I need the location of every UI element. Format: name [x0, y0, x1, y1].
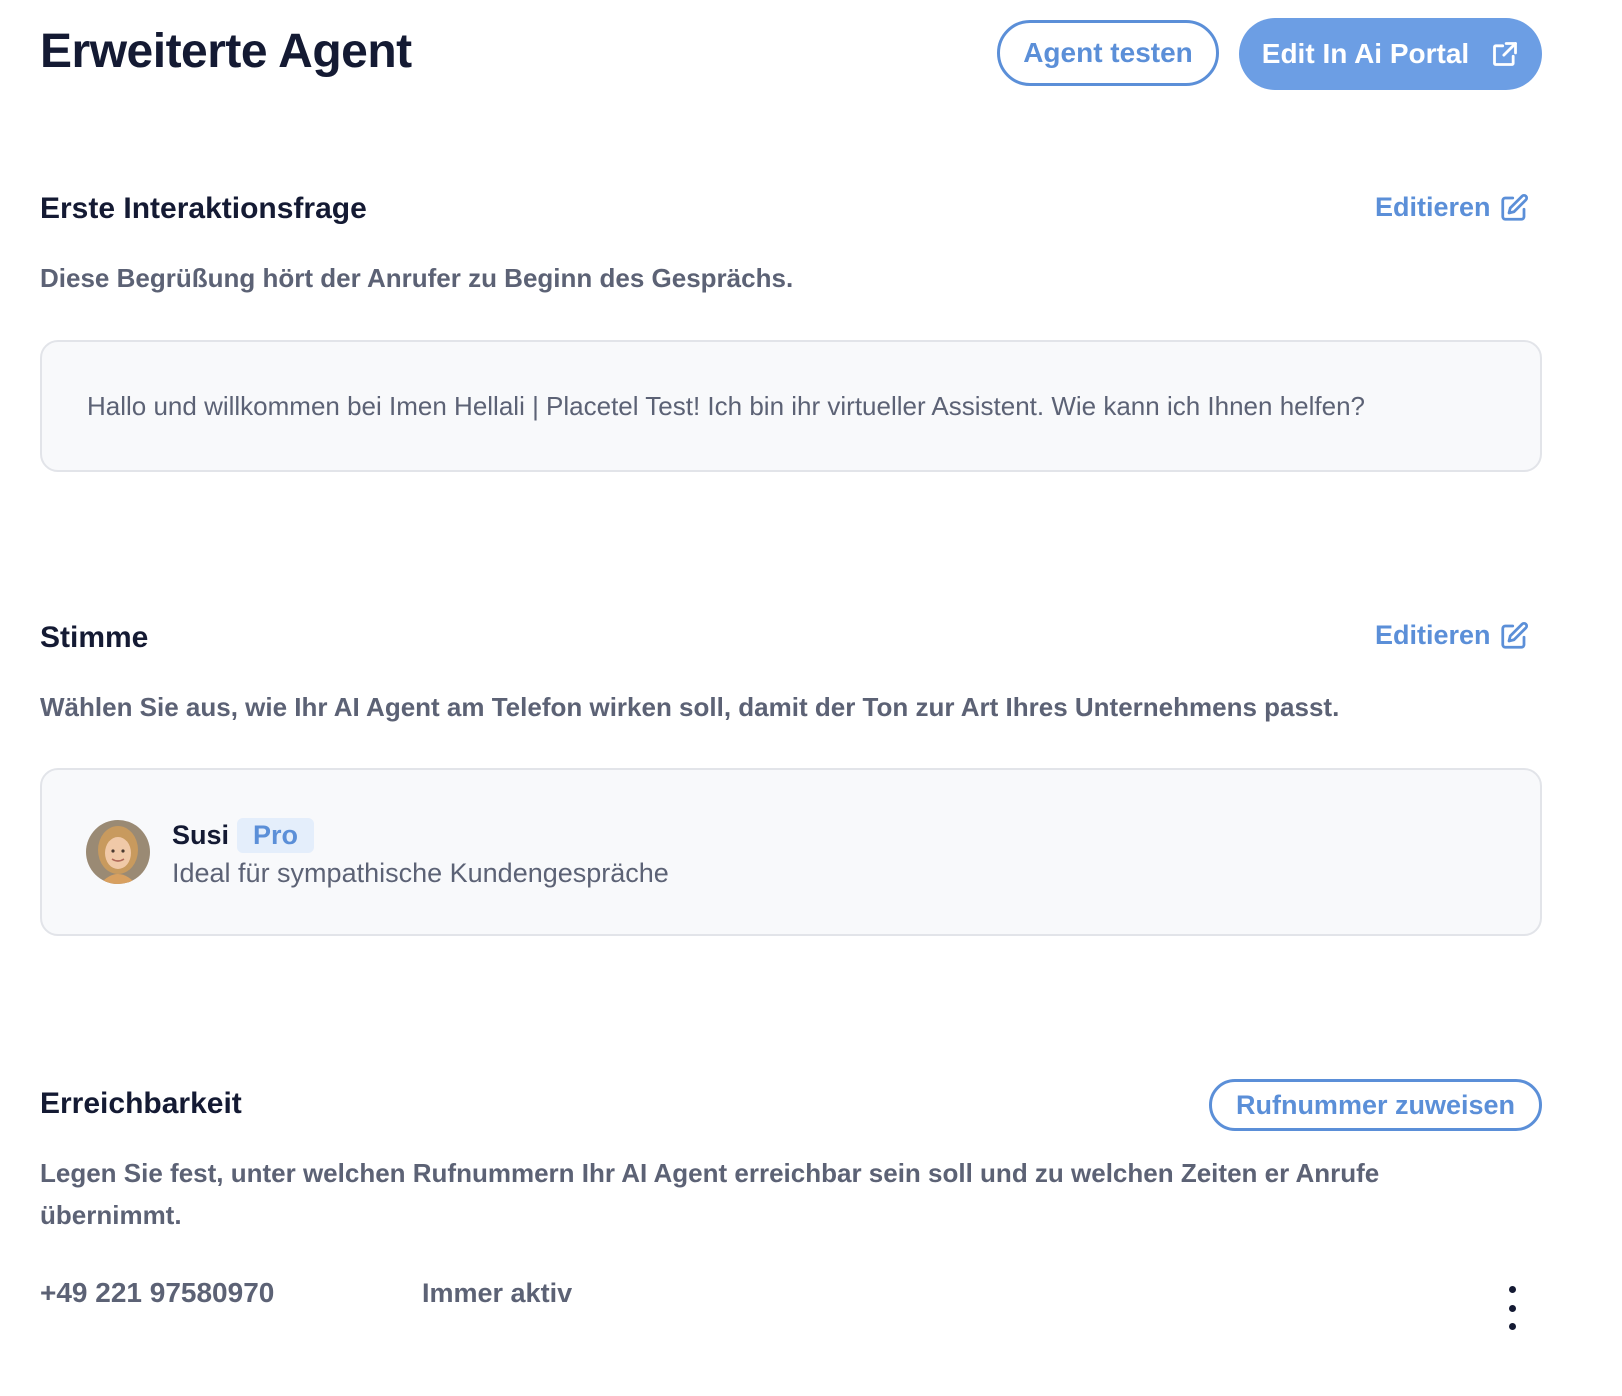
avatar	[86, 820, 150, 884]
edit-in-ai-portal-label: Edit In Ai Portal	[1261, 38, 1470, 69]
pro-badge: Pro	[237, 818, 315, 853]
kebab-dot	[1508, 1286, 1516, 1293]
voice-edit-label: Editieren	[1375, 620, 1491, 650]
edit-icon	[1499, 621, 1529, 651]
phone-number: +49 221 97580970	[40, 1277, 275, 1308]
greeting-text: Hallo und willkommen bei Imen Hellali | …	[87, 390, 1365, 421]
greeting-section-description: Diese Begrüßung hört der Anrufer zu Begi…	[40, 263, 794, 293]
agent-settings-page: Erweiterte Agent Agent testen Edit In Ai…	[0, 0, 1622, 1396]
more-options-icon[interactable]	[1500, 1286, 1524, 1330]
assign-number-button[interactable]: Rufnummer zuweisen	[1209, 1079, 1542, 1131]
kebab-dot	[1508, 1304, 1516, 1312]
edit-icon	[1499, 193, 1529, 223]
page-title: Erweiterte Agent	[40, 25, 412, 78]
voice-card[interactable]: Susi Pro Ideal für sympathische Kundenge…	[40, 768, 1542, 936]
edit-in-ai-portal-button[interactable]: Edit In Ai Portal	[1239, 18, 1542, 90]
greeting-card: Hallo und willkommen bei Imen Hellali | …	[40, 340, 1542, 472]
greeting-edit-link[interactable]: Editieren	[1375, 192, 1529, 223]
reachability-section-title: Erreichbarkeit	[40, 1087, 242, 1120]
external-link-icon	[1491, 40, 1519, 68]
voice-description: Ideal für sympathische Kundengespräche	[172, 858, 669, 888]
voice-section-title: Stimme	[40, 621, 149, 654]
test-agent-button-label: Agent testen	[1023, 37, 1193, 68]
voice-name-row: Susi Pro	[172, 818, 315, 853]
reachability-section-description: Legen Sie fest, unter welchen Rufnummern…	[40, 1158, 1380, 1230]
voice-section-description: Wählen Sie aus, wie Ihr AI Agent am Tele…	[40, 692, 1340, 722]
greeting-edit-label: Editieren	[1375, 192, 1491, 222]
test-agent-button[interactable]: Agent testen	[997, 20, 1219, 86]
voice-edit-link[interactable]: Editieren	[1375, 620, 1529, 651]
availability-status: Immer aktiv	[422, 1278, 573, 1308]
voice-name: Susi	[172, 820, 230, 850]
assign-number-button-label: Rufnummer zuweisen	[1235, 1089, 1516, 1120]
kebab-dot	[1508, 1323, 1516, 1330]
greeting-section-title: Erste Interaktionsfrage	[40, 192, 367, 225]
